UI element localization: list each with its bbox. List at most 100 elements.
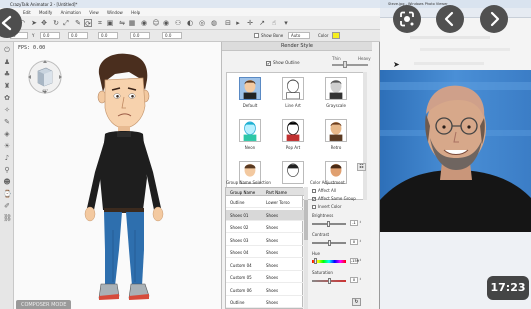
- style-grayscale[interactable]: Grayscale: [315, 75, 357, 115]
- crop-icon[interactable]: ⌗: [96, 19, 104, 27]
- opacity-field[interactable]: 0.0: [162, 32, 182, 39]
- audio-icon[interactable]: ♪: [3, 154, 11, 162]
- composer-mode-badge[interactable]: COMPOSER MODE: [16, 300, 72, 309]
- show-outline-checkbox[interactable]: ✔ Show Outline: [266, 60, 300, 66]
- hand-icon[interactable]: ☝: [270, 19, 278, 27]
- bone-mode-select[interactable]: Auto: [288, 32, 310, 39]
- rotation-field[interactable]: 0.0: [68, 32, 88, 39]
- layer-icon[interactable]: ▣: [106, 19, 114, 27]
- style-neon[interactable]: Neon: [229, 117, 271, 157]
- motion-icon[interactable]: ◐: [186, 19, 194, 27]
- style-pop-art[interactable]: Pop Art: [272, 117, 314, 157]
- sprite-icon[interactable]: ◉: [140, 19, 148, 27]
- style-line-art[interactable]: Line Art: [272, 75, 314, 115]
- invert-color-checkbox[interactable]: Invert Color: [312, 204, 341, 209]
- saturation-spin-icon[interactable]: ⇕: [359, 277, 362, 283]
- contrast-knob[interactable]: [328, 240, 331, 246]
- brightness-value[interactable]: -1: [350, 220, 358, 226]
- style-default[interactable]: Default: [229, 75, 271, 115]
- hue-slider[interactable]: [312, 260, 346, 263]
- menu-modify[interactable]: Modify: [39, 10, 52, 15]
- table-row[interactable]: Custom 05 Shoes: [226, 272, 304, 283]
- brightness-knob[interactable]: [327, 221, 330, 227]
- stage-icon[interactable]: ♜: [3, 82, 11, 90]
- lens-button[interactable]: [393, 5, 421, 33]
- eye-preview-icon[interactable]: ◎: [198, 19, 206, 27]
- menu-help[interactable]: Help: [131, 10, 140, 15]
- props-icon[interactable]: ✿: [3, 94, 11, 102]
- eye-icon[interactable]: ◉: [162, 19, 170, 27]
- pan-icon[interactable]: ✛: [246, 19, 254, 27]
- grid-view-icon[interactable]: ☷: [357, 163, 366, 171]
- flip-icon[interactable]: ⇋: [118, 19, 126, 27]
- menu-window[interactable]: Window: [107, 10, 123, 15]
- back-button[interactable]: [0, 8, 22, 38]
- text-icon[interactable]: ✎: [3, 118, 11, 126]
- image-icon[interactable]: ▦: [128, 19, 136, 27]
- camera-nav-widget[interactable]: 45°: [27, 59, 63, 95]
- hue-value[interactable]: -159: [350, 258, 359, 264]
- arrow-right-icon[interactable]: ▸: [234, 19, 242, 27]
- head-icon[interactable]: ☻: [3, 178, 11, 186]
- next-image-button[interactable]: [480, 5, 508, 33]
- scale-x-field[interactable]: 0.0: [98, 32, 118, 39]
- style-retro[interactable]: Retro: [315, 117, 357, 157]
- rotate-icon[interactable]: ↻: [52, 19, 60, 27]
- character-icon[interactable]: ♟: [3, 58, 11, 66]
- select-arrow-icon[interactable]: ➤: [30, 19, 38, 27]
- heavy-label: Heavy: [358, 56, 371, 61]
- stage-canvas[interactable]: FPS: 0.00 45° COMPOSER MODE: [14, 42, 221, 309]
- table-row[interactable]: Custom 04 Shoes: [226, 260, 304, 271]
- cartoon-character[interactable]: [69, 50, 174, 306]
- puppet-icon[interactable]: ⚇: [174, 19, 182, 27]
- menu-view[interactable]: View: [89, 10, 99, 15]
- color-swatch[interactable]: [332, 32, 340, 39]
- table-row[interactable]: Outline Shoes: [226, 297, 304, 308]
- outline-thickness-slider[interactable]: [332, 64, 368, 66]
- table-row[interactable]: Shoes 03 Shoes: [226, 235, 304, 246]
- affect-all-checkbox[interactable]: Affect All: [312, 188, 336, 193]
- saturation-knob[interactable]: [328, 278, 331, 284]
- dropdown-icon[interactable]: ▾: [282, 19, 290, 27]
- table-row[interactable]: Shoes 04 Shoes: [226, 247, 304, 258]
- saturation-value[interactable]: 0: [350, 277, 358, 283]
- col-part-name[interactable]: Part Name: [266, 190, 287, 195]
- table-row[interactable]: Outline Lower Torso: [226, 197, 304, 208]
- bone-icon[interactable]: ⚲: [3, 166, 11, 174]
- brightness-spin-icon[interactable]: ⇕: [359, 220, 362, 226]
- camera-icon[interactable]: ◈: [3, 130, 11, 138]
- timeline-icon[interactable]: ⌚: [3, 190, 12, 198]
- split-icon[interactable]: ⊟: [224, 19, 232, 27]
- show-bone-checkbox[interactable]: [254, 33, 259, 38]
- scale-y-field[interactable]: 0.0: [130, 32, 150, 39]
- mask-icon[interactable]: ◍: [210, 19, 218, 27]
- transform-icon[interactable]: ⟳: [84, 19, 92, 28]
- link-icon[interactable]: ⛓: [3, 214, 12, 222]
- affect-same-group-checkbox[interactable]: ✔ Affect Same Group: [312, 196, 356, 201]
- contrast-spin-icon[interactable]: ⇕: [359, 239, 362, 245]
- move-icon[interactable]: ✥: [40, 19, 48, 27]
- table-row[interactable]: Shoes 01 Shoes: [226, 209, 304, 221]
- table-row[interactable]: Shoes 02 Shoes: [226, 222, 304, 233]
- reset-icon[interactable]: ↻: [352, 298, 361, 306]
- light-icon[interactable]: ☀: [3, 142, 11, 150]
- zoom-icon[interactable]: ↗: [258, 19, 266, 27]
- table-row[interactable]: Custom 06 Shoes: [226, 285, 304, 296]
- effects-icon[interactable]: ✧: [3, 106, 11, 114]
- brush-icon[interactable]: ✐: [3, 202, 11, 210]
- contrast-value[interactable]: 0: [350, 239, 358, 245]
- menu-edit[interactable]: Edit: [23, 10, 31, 15]
- scale-icon[interactable]: ⤢: [62, 19, 70, 27]
- scene-icon[interactable]: ♣: [3, 70, 11, 78]
- power-icon[interactable]: ⏻: [3, 46, 11, 54]
- face-icon[interactable]: ☺: [152, 19, 160, 27]
- previous-image-button[interactable]: [436, 5, 464, 33]
- col-group-name[interactable]: Group Name: [230, 190, 255, 195]
- outline-thickness-knob[interactable]: [343, 61, 347, 68]
- group-table-scroll-thumb[interactable]: [304, 200, 308, 240]
- menu-animation[interactable]: Animation: [61, 10, 81, 15]
- edit-icon[interactable]: ✎: [74, 19, 82, 27]
- hue-spin-icon[interactable]: ⇕: [359, 258, 362, 264]
- hue-knob[interactable]: [314, 258, 317, 264]
- y-field[interactable]: 0.0: [40, 32, 60, 39]
